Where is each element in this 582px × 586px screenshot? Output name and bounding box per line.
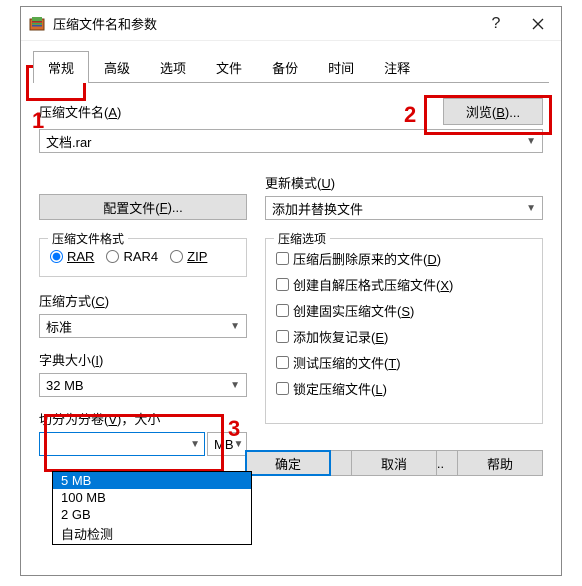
- options-group: 压缩选项 压缩后删除原来的文件(D) 创建自解压格式压缩文件(X) 创建固实压缩…: [265, 238, 543, 424]
- footer-buttons: 确定 取消 帮助: [245, 450, 543, 476]
- chevron-down-icon: ▼: [526, 136, 536, 147]
- update-mode-label: 更新模式(U): [265, 173, 543, 192]
- tab-advanced[interactable]: 高级: [89, 51, 145, 83]
- format-group: 压缩文件格式 RAR RAR4 ZIP: [39, 238, 247, 277]
- tab-files[interactable]: 文件: [201, 51, 257, 83]
- chevron-down-icon: ▼: [234, 439, 244, 450]
- split-size-combo[interactable]: ▼: [39, 432, 205, 456]
- check-solid[interactable]: 创建固实压缩文件(S): [276, 301, 532, 320]
- check-sfx[interactable]: 创建自解压格式压缩文件(X): [276, 275, 532, 294]
- window-title: 压缩文件名和参数: [53, 14, 475, 33]
- options-legend: 压缩选项: [274, 230, 330, 247]
- chevron-down-icon: ▼: [526, 203, 536, 214]
- update-mode-combo[interactable]: 添加并替换文件 ▼: [265, 196, 543, 220]
- check-delete-after[interactable]: 压缩后删除原来的文件(D): [276, 249, 532, 268]
- app-icon: [29, 16, 45, 32]
- split-option-100mb[interactable]: 100 MB: [53, 489, 251, 506]
- tab-options[interactable]: 选项: [145, 51, 201, 83]
- dialog-body: 压缩文件名(A) 浏览(B)... 文档.rar ▼ 配置文件(F)... 更新…: [21, 84, 561, 490]
- split-option-5mb[interactable]: 5 MB: [53, 472, 251, 489]
- check-lock[interactable]: 锁定压缩文件(L): [276, 379, 532, 398]
- chevron-down-icon: ▼: [230, 380, 240, 391]
- check-test[interactable]: 测试压缩的文件(T): [276, 353, 532, 372]
- archive-name-combo[interactable]: 文档.rar ▼: [39, 129, 543, 153]
- method-value: 标准: [46, 317, 72, 336]
- chevron-down-icon: ▼: [190, 439, 200, 450]
- tab-time[interactable]: 时间: [313, 51, 369, 83]
- close-icon[interactable]: [517, 9, 559, 39]
- profiles-button[interactable]: 配置文件(F)...: [39, 194, 247, 220]
- cancel-button[interactable]: 取消: [351, 450, 437, 476]
- archive-name-value: 文档.rar: [46, 132, 92, 151]
- format-legend: 压缩文件格式: [48, 230, 128, 247]
- tab-comment[interactable]: 注释: [369, 51, 425, 83]
- method-combo[interactable]: 标准 ▼: [39, 314, 247, 338]
- method-label: 压缩方式(C): [39, 291, 247, 310]
- update-mode-value: 添加并替换文件: [272, 199, 363, 218]
- browse-button[interactable]: 浏览(B)...: [443, 98, 543, 125]
- dict-value: 32 MB: [46, 378, 84, 393]
- check-recovery[interactable]: 添加恢复记录(E): [276, 327, 532, 346]
- ok-button[interactable]: 确定: [245, 450, 331, 476]
- split-label: 切分为分卷(V)，大小: [39, 409, 247, 428]
- dict-label: 字典大小(I): [39, 350, 247, 369]
- split-unit-combo[interactable]: MB ▼: [207, 432, 247, 456]
- radio-rar[interactable]: RAR: [50, 249, 94, 264]
- help-icon[interactable]: ?: [475, 9, 517, 39]
- dict-combo[interactable]: 32 MB ▼: [39, 373, 247, 397]
- chevron-down-icon: ▼: [230, 321, 240, 332]
- radio-zip[interactable]: ZIP: [170, 249, 207, 264]
- split-option-2gb[interactable]: 2 GB: [53, 506, 251, 523]
- tab-bar: 常规 高级 选项 文件 备份 时间 注释: [21, 41, 561, 83]
- split-unit-value: MB: [214, 437, 234, 452]
- radio-rar4[interactable]: RAR4: [106, 249, 158, 264]
- tab-general[interactable]: 常规: [33, 51, 89, 83]
- tab-backup[interactable]: 备份: [257, 51, 313, 83]
- titlebar: 压缩文件名和参数 ?: [21, 7, 561, 41]
- help-button[interactable]: 帮助: [457, 450, 543, 476]
- split-size-dropdown: 5 MB 100 MB 2 GB 自动检测: [52, 471, 252, 545]
- split-option-auto[interactable]: 自动检测: [53, 523, 251, 544]
- archive-name-label: 压缩文件名(A): [39, 102, 121, 121]
